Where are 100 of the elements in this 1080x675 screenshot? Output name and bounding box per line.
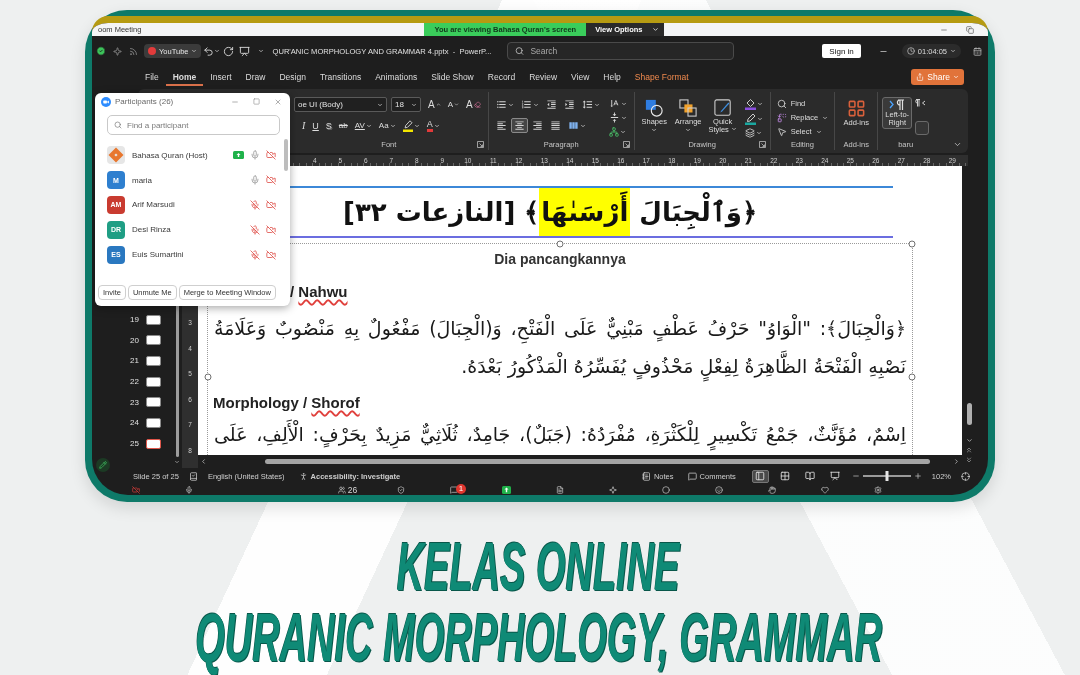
collapse-ribbon-icon[interactable]: [953, 140, 962, 149]
menu-tab[interactable]: File: [138, 68, 166, 86]
menu-tab[interactable]: Animations: [368, 68, 425, 86]
video-off-icon[interactable]: [266, 175, 276, 186]
align-center-icon: [513, 120, 525, 131]
scroll-left-icon[interactable]: [200, 458, 207, 465]
zoom-slider-thumb[interactable]: [885, 471, 889, 481]
muted-mic-icon[interactable]: [250, 200, 260, 210]
people-icon[interactable]: [337, 485, 346, 494]
rss-icon[interactable]: [129, 46, 138, 56]
dialog-launcher-icon[interactable]: [758, 141, 766, 148]
clear-formatting-button[interactable]: A: [463, 97, 484, 112]
resize-handle[interactable]: [204, 373, 212, 381]
change-case-button[interactable]: Aa: [375, 118, 399, 133]
screen-share-icon[interactable]: [502, 485, 511, 494]
grow-font-button[interactable]: A: [425, 97, 444, 112]
resize-handle[interactable]: [556, 240, 564, 248]
menu-tab[interactable]: Record: [480, 68, 523, 86]
shrink-font-button[interactable]: A: [444, 97, 462, 112]
sparkle-icon[interactable]: [608, 485, 617, 494]
participant-search-field[interactable]: Find a participant: [107, 115, 280, 135]
video-off-icon[interactable]: [266, 200, 276, 210]
strikethrough-button[interactable]: ab: [335, 118, 351, 133]
font-name-field[interactable]: oe UI (Body): [294, 97, 387, 112]
calendar-icon[interactable]: [973, 46, 982, 56]
sparkle-icon[interactable]: [113, 46, 122, 56]
slide-thumbnail[interactable]: [146, 314, 161, 325]
font-size-field[interactable]: 18: [391, 97, 421, 112]
align-center-button[interactable]: [510, 118, 528, 133]
redo-icon[interactable]: [223, 45, 235, 57]
hand-icon[interactable]: [767, 485, 776, 494]
slide-number: 20: [130, 335, 139, 345]
caret-icon: [191, 48, 198, 54]
blank-button[interactable]: [915, 121, 930, 135]
document-icon[interactable]: [555, 485, 564, 494]
character-spacing-button[interactable]: AV: [351, 118, 375, 133]
numbered-list-icon: [520, 99, 532, 110]
shield-icon[interactable]: [396, 485, 405, 494]
mic-icon[interactable]: [184, 485, 193, 494]
scrollbar-thumb[interactable]: [966, 403, 972, 425]
menu-tab[interactable]: Draw: [238, 68, 273, 86]
annotate-button[interactable]: [96, 458, 110, 472]
menu-tab[interactable]: Design: [272, 68, 313, 86]
muted-mic-icon[interactable]: [250, 249, 260, 260]
text-shadow-button[interactable]: S: [322, 118, 335, 133]
search-field[interactable]: Search: [507, 42, 735, 60]
pencil-icon: [99, 461, 107, 469]
smiley-icon[interactable]: [714, 485, 723, 494]
previous-slide-icon[interactable]: [965, 446, 973, 454]
settings-icon[interactable]: [873, 485, 882, 494]
muted-mic-icon[interactable]: [250, 224, 260, 235]
sign-in-button[interactable]: Sign in: [822, 44, 861, 58]
video-off-icon[interactable]: [131, 485, 140, 494]
menu-tab[interactable]: Transitions: [312, 68, 369, 86]
chat-icon[interactable]: [449, 485, 458, 494]
menu-tab[interactable]: Review: [522, 68, 565, 86]
scroll-down-icon[interactable]: [965, 437, 973, 444]
font-color-button[interactable]: A: [423, 118, 443, 133]
slide-thumbnail[interactable]: [146, 397, 161, 408]
caret-icon[interactable]: [214, 48, 221, 54]
dialog-launcher-icon[interactable]: [622, 141, 630, 148]
resize-handle[interactable]: [908, 240, 916, 248]
menu-tab[interactable]: View: [564, 68, 597, 86]
menu-tab[interactable]: Shape Format: [627, 68, 696, 86]
video-off-icon[interactable]: [266, 224, 276, 235]
ring-icon[interactable]: [661, 485, 670, 494]
clock-icon: [906, 47, 915, 55]
spell-check-icon[interactable]: [188, 471, 198, 481]
video-off-icon[interactable]: [266, 150, 276, 161]
slide-thumbnail[interactable]: [146, 335, 161, 346]
italic-button[interactable]: I: [299, 118, 309, 133]
heart-icon[interactable]: [820, 485, 829, 494]
scrollbar-thumb[interactable]: [265, 459, 930, 464]
menu-tab[interactable]: Help: [596, 68, 628, 86]
slide-thumbnail[interactable]: [146, 438, 161, 449]
slide-thumbnail[interactable]: [146, 376, 161, 387]
caret-icon[interactable]: [258, 48, 265, 54]
menu-tab[interactable]: Home: [165, 68, 204, 86]
undo-icon[interactable]: [203, 45, 215, 57]
underline-button[interactable]: U: [309, 118, 322, 133]
scroll-down-icon[interactable]: [174, 459, 180, 465]
zoom-out-icon[interactable]: [851, 472, 860, 480]
scrollbar-thumb[interactable]: [284, 139, 288, 171]
menu-tab[interactable]: Insert: [203, 68, 239, 86]
video-off-icon[interactable]: [266, 249, 276, 260]
reading-view-icon: [805, 471, 816, 481]
screen-share-icon: [233, 151, 244, 160]
scrollbar-thumb[interactable]: [175, 304, 179, 457]
resize-handle[interactable]: [908, 373, 916, 381]
scroll-right-icon[interactable]: [953, 458, 960, 465]
slide-thumbnail[interactable]: [146, 417, 161, 428]
fit-to-window-icon[interactable]: [961, 471, 970, 481]
menu-tab[interactable]: Slide Show: [424, 68, 481, 86]
next-slide-icon[interactable]: [965, 456, 973, 464]
zoom-in-icon[interactable]: [913, 472, 922, 480]
slide-thumbnail[interactable]: [146, 355, 161, 366]
dialog-launcher-icon[interactable]: [476, 141, 484, 148]
normal-view-button[interactable]: [751, 469, 769, 483]
right-to-left-icon[interactable]: [915, 99, 927, 107]
presentation-icon[interactable]: [239, 45, 251, 57]
